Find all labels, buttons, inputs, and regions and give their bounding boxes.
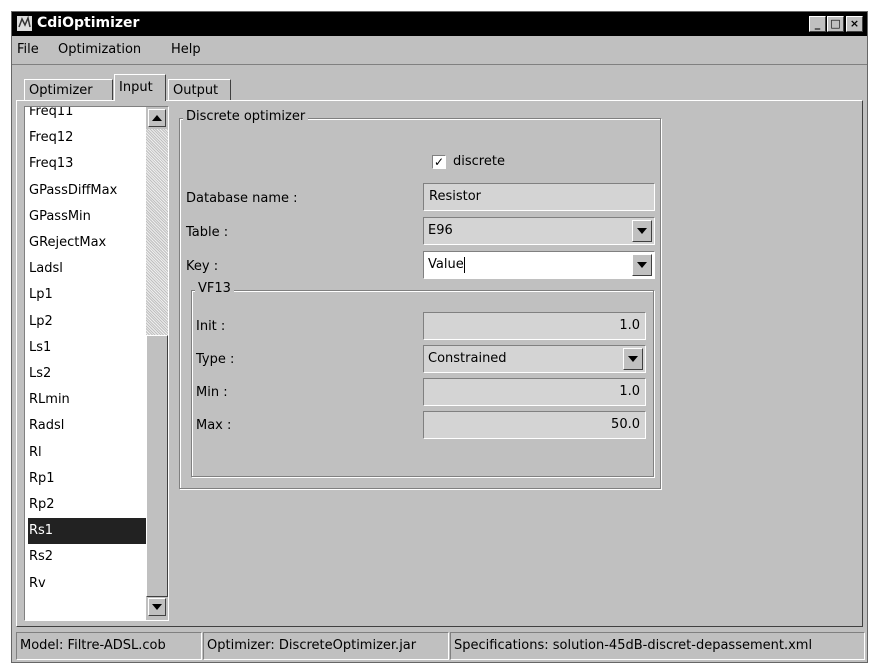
key-dropdown-button[interactable] xyxy=(632,254,652,276)
list-item[interactable]: GPassDiffMax xyxy=(28,178,146,204)
chevron-down-icon xyxy=(637,228,647,234)
scroll-down-button[interactable] xyxy=(148,598,166,616)
max-label: Max : xyxy=(196,418,232,433)
list-item[interactable]: Freq11 xyxy=(28,107,146,125)
list-item[interactable]: GPassMin xyxy=(28,204,146,230)
type-dropdown-button[interactable] xyxy=(623,348,643,370)
scroll-track[interactable] xyxy=(146,129,168,335)
list-item[interactable]: Rl xyxy=(28,440,146,466)
app-icon xyxy=(17,15,32,31)
list-item[interactable]: Rs1 xyxy=(28,518,146,545)
list-item[interactable]: Freq12 xyxy=(28,125,146,151)
table-dropdown-button[interactable] xyxy=(632,220,652,242)
list-item[interactable]: Lp2 xyxy=(28,309,146,335)
menu-help[interactable]: Help xyxy=(171,42,201,57)
type-select-value: Constrained xyxy=(428,351,507,366)
list-item[interactable]: Freq13 xyxy=(28,151,146,177)
list-scrollbar[interactable] xyxy=(146,107,168,620)
menu-file[interactable]: File xyxy=(17,42,39,57)
close-button[interactable]: × xyxy=(846,16,863,32)
key-select[interactable]: Value xyxy=(423,251,655,279)
vf13-group-title: VF13 xyxy=(195,281,234,296)
init-label: Init : xyxy=(196,319,226,334)
variable-list[interactable]: Freq11 Freq12 Freq13 GPassDiffMax GPassMin GR… xyxy=(24,106,169,621)
table-select-value: E96 xyxy=(428,223,453,238)
key-select-value: Value xyxy=(428,257,464,272)
max-field[interactable]: 50.0 xyxy=(423,411,646,439)
input-panel: Freq11 Freq12 Freq13 GPassDiffMax GPassMin GR… xyxy=(16,100,863,627)
tab-input[interactable]: Input xyxy=(114,74,166,101)
list-item[interactable]: Rs2 xyxy=(28,544,146,570)
table-label: Table : xyxy=(186,225,229,240)
database-name-label: Database name : xyxy=(186,191,298,206)
discrete-checkbox[interactable]: ✓ xyxy=(432,155,446,169)
min-label: Min : xyxy=(196,385,228,400)
list-item[interactable]: GRejectMax xyxy=(28,230,146,256)
chevron-up-icon xyxy=(152,115,162,121)
database-name-field[interactable]: Resistor xyxy=(423,183,655,211)
discrete-checkbox-label: discrete xyxy=(453,154,505,169)
status-specifications: Specifications: solution-45dB-discret-de… xyxy=(450,632,865,660)
chevron-down-icon xyxy=(152,604,162,610)
scroll-up-button[interactable] xyxy=(148,109,166,127)
text-cursor xyxy=(463,256,465,273)
tab-optimizer[interactable]: Optimizer xyxy=(24,79,113,100)
list-item[interactable]: Rp2 xyxy=(28,492,146,518)
tab-output[interactable]: Output xyxy=(168,79,231,100)
list-item[interactable]: Ladsl xyxy=(28,256,146,282)
discrete-optimizer-group: Discrete optimizer ✓ discrete Database n… xyxy=(179,109,661,489)
list-item[interactable]: Rv xyxy=(28,571,146,597)
tab-area: Optimizer Input Output Freq11 Freq12 Freq1… xyxy=(16,72,863,627)
key-label: Key : xyxy=(186,259,219,274)
menu-bar: File Optimization Help xyxy=(12,36,867,65)
status-model: Model: Filtre-ADSL.cob xyxy=(16,632,202,660)
discrete-group-title: Discrete optimizer xyxy=(183,109,309,124)
status-optimizer: Optimizer: DiscreteOptimizer.jar xyxy=(203,632,449,660)
list-item[interactable]: RLmin xyxy=(28,387,146,413)
table-select[interactable]: E96 xyxy=(423,217,655,245)
list-item[interactable]: Rp1 xyxy=(28,466,146,492)
list-item[interactable]: Radsl xyxy=(28,413,146,439)
window-title: CdiOptimizer xyxy=(37,15,140,31)
app-window: CdiOptimizer _ □ × File Optimization Hel… xyxy=(11,11,868,663)
scroll-thumb[interactable] xyxy=(146,335,168,597)
type-label: Type : xyxy=(196,352,235,367)
minimize-button[interactable]: _ xyxy=(809,16,826,32)
status-bar: Model: Filtre-ADSL.cob Optimizer: Discre… xyxy=(16,632,865,660)
chevron-down-icon xyxy=(628,356,638,362)
type-select[interactable]: Constrained xyxy=(423,345,646,373)
list-item[interactable]: Lp1 xyxy=(28,282,146,308)
chevron-down-icon xyxy=(637,262,647,268)
list-item[interactable]: Ls1 xyxy=(28,335,146,361)
menu-optimization[interactable]: Optimization xyxy=(58,42,141,57)
list-item[interactable]: Ls2 xyxy=(28,361,146,387)
vf13-group: VF13 Init : 1.0 Type : Constrained Min :… xyxy=(191,281,654,477)
maximize-button[interactable]: □ xyxy=(827,16,844,32)
title-bar: CdiOptimizer _ □ × xyxy=(12,12,867,36)
init-field[interactable]: 1.0 xyxy=(423,312,646,340)
min-field[interactable]: 1.0 xyxy=(423,378,646,406)
